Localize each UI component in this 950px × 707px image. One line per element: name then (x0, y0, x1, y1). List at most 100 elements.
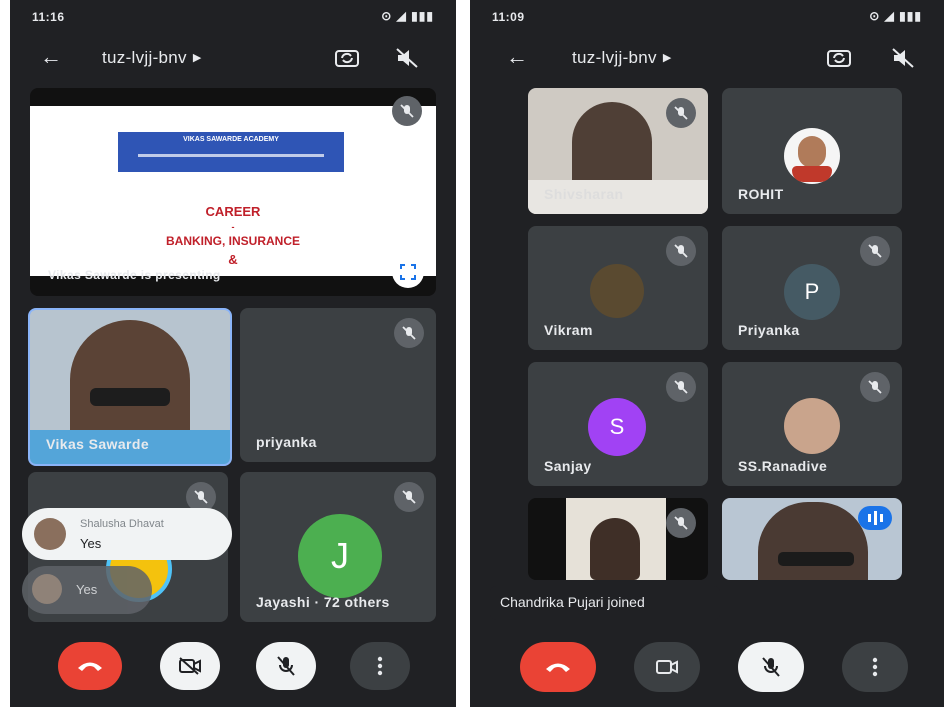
chat-notification[interactable]: Shalusha Dhavat Yes (22, 508, 232, 560)
status-icons: ⊙ ◢ ▮▮▮ (381, 9, 434, 23)
meeting-code-text: tuz-lvjj-bnv (102, 48, 187, 67)
camera-off-icon (179, 657, 201, 675)
arrow-left-icon[interactable]: ← (506, 44, 528, 70)
more-options-button[interactable] (350, 642, 410, 690)
slide-banner: VIKAS SAWARDE ACADEMY (118, 132, 344, 172)
mic-off-icon (860, 236, 890, 266)
participant-name: Priyanka (738, 322, 800, 338)
slide-banner-text: VIKAS SAWARDE ACADEMY (183, 136, 279, 143)
chat-notification[interactable]: Yes (22, 566, 152, 614)
presentation-slide: VIKAS SAWARDE ACADEMY CAREER - BANKING, … (30, 106, 436, 276)
phone-hangup-icon (78, 662, 102, 671)
mic-toggle-button[interactable] (256, 642, 316, 690)
meeting-code[interactable]: tuz-lvjj-bnv ▶ (572, 48, 672, 68)
avatar-shirt (792, 166, 832, 182)
glasses-shape (778, 552, 854, 566)
participant-tile[interactable]: SS.Ranadive (722, 362, 902, 486)
participant-tile[interactable]: S Sanjay (528, 362, 708, 486)
status-bar: 11:09 ⊙ ◢ ▮▮▮ (470, 0, 944, 34)
join-toast: Chandrika Pujari joined (490, 586, 720, 620)
caret-right-icon: ▶ (192, 52, 202, 64)
participant-name: ROHIT (738, 186, 784, 202)
mic-off-icon (277, 656, 295, 676)
hangup-button[interactable] (520, 642, 596, 692)
participant-name: priyanka (256, 434, 317, 450)
avatar: J (298, 514, 382, 598)
more-vertical-icon (377, 656, 383, 676)
more-options-button[interactable] (842, 642, 908, 692)
participant-name: Vikas Sawarde (46, 436, 150, 452)
mic-toggle-button[interactable] (738, 642, 804, 692)
mic-off-icon (762, 657, 780, 677)
camera-toggle-button[interactable] (160, 642, 220, 690)
speaking-bar (880, 514, 883, 522)
switch-camera-icon[interactable] (826, 46, 852, 70)
participant-tile-video[interactable] (722, 498, 902, 580)
slide-line-1: CAREER (205, 204, 261, 219)
avatar (784, 398, 840, 454)
mic-off-icon (860, 372, 890, 402)
mic-off-icon (394, 482, 424, 512)
participant-tile[interactable]: priyanka (240, 308, 436, 462)
meeting-code-text: tuz-lvjj-bnv (572, 48, 657, 67)
speaking-bar (868, 514, 871, 522)
participant-tile-video[interactable]: Shivsharan (528, 88, 708, 214)
fullscreen-icon[interactable] (392, 256, 424, 288)
status-time: 11:16 (32, 10, 65, 24)
participant-name: Shivsharan (544, 186, 624, 202)
participant-tile[interactable]: Vikram (528, 226, 708, 350)
avatar: S (588, 398, 646, 456)
chat-message: Yes (80, 536, 102, 551)
phone-hangup-icon (546, 663, 570, 672)
avatar (34, 518, 66, 550)
participant-head (590, 518, 640, 580)
join-toast-text: Chandrika Pujari joined (500, 594, 645, 610)
mic-off-icon (666, 98, 696, 128)
camera-toggle-button[interactable] (634, 642, 700, 692)
glasses-shape (90, 388, 170, 406)
right-phone-screen: 11:09 ⊙ ◢ ▮▮▮ ← tuz-lvjj-bnv ▶ Shivsharan… (470, 0, 944, 707)
mic-off-icon (666, 236, 696, 266)
caret-right-icon: ▶ (662, 52, 672, 64)
chat-sender: Shalusha Dhavat (80, 518, 164, 530)
participant-name: Vikram (544, 322, 593, 338)
avatar (784, 128, 840, 184)
participant-video (758, 502, 868, 580)
mic-off-icon (392, 96, 422, 126)
avatar: P (784, 264, 840, 320)
chat-message: Yes (76, 582, 98, 597)
presentation-tile[interactable]: VIKAS SAWARDE ACADEMY CAREER - BANKING, … (30, 88, 436, 296)
mic-off-icon (394, 318, 424, 348)
more-vertical-icon (872, 657, 878, 677)
slide-line-3: BANKING, INSURANCE (165, 234, 300, 248)
avatar (590, 264, 644, 318)
slide-line-4: & (228, 252, 238, 267)
meeting-code[interactable]: tuz-lvjj-bnv ▶ (102, 48, 202, 68)
avatar (32, 574, 62, 604)
participant-video (566, 498, 666, 580)
presentation-caption: Vikas Sawarde is presenting (48, 268, 221, 282)
left-phone-screen: 11:16 ⊙ ◢ ▮▮▮ ← tuz-lvjj-bnv ▶ VIKAS SAWA… (10, 0, 456, 707)
meeting-top-bar: ← tuz-lvjj-bnv ▶ (10, 36, 456, 80)
participant-tile-video[interactable] (528, 498, 708, 580)
camera-icon (656, 660, 678, 674)
participant-tile[interactable]: ROHIT (722, 88, 902, 214)
slide-banner-line (138, 154, 324, 157)
speaker-off-icon[interactable] (394, 46, 420, 70)
meeting-top-bar: ← tuz-lvjj-bnv ▶ (470, 36, 944, 80)
speaker-off-icon[interactable] (890, 46, 916, 70)
mic-off-icon (666, 508, 696, 538)
slide-line-2: - (231, 222, 235, 232)
mic-off-icon (666, 372, 696, 402)
hangup-button[interactable] (58, 642, 122, 690)
status-time: 11:09 (492, 10, 525, 24)
arrow-left-icon[interactable]: ← (40, 44, 62, 70)
status-icons: ⊙ ◢ ▮▮▮ (869, 9, 922, 23)
speaking-indicator-icon (858, 506, 892, 530)
others-tile[interactable]: J Jayashi · 72 others (240, 472, 436, 622)
participant-tile-video[interactable]: Vikas Sawarde (28, 308, 232, 466)
participant-name: Jayashi · 72 others (256, 594, 390, 610)
switch-camera-icon[interactable] (334, 46, 360, 70)
avatar-face (798, 136, 826, 168)
participant-tile[interactable]: P Priyanka (722, 226, 902, 350)
